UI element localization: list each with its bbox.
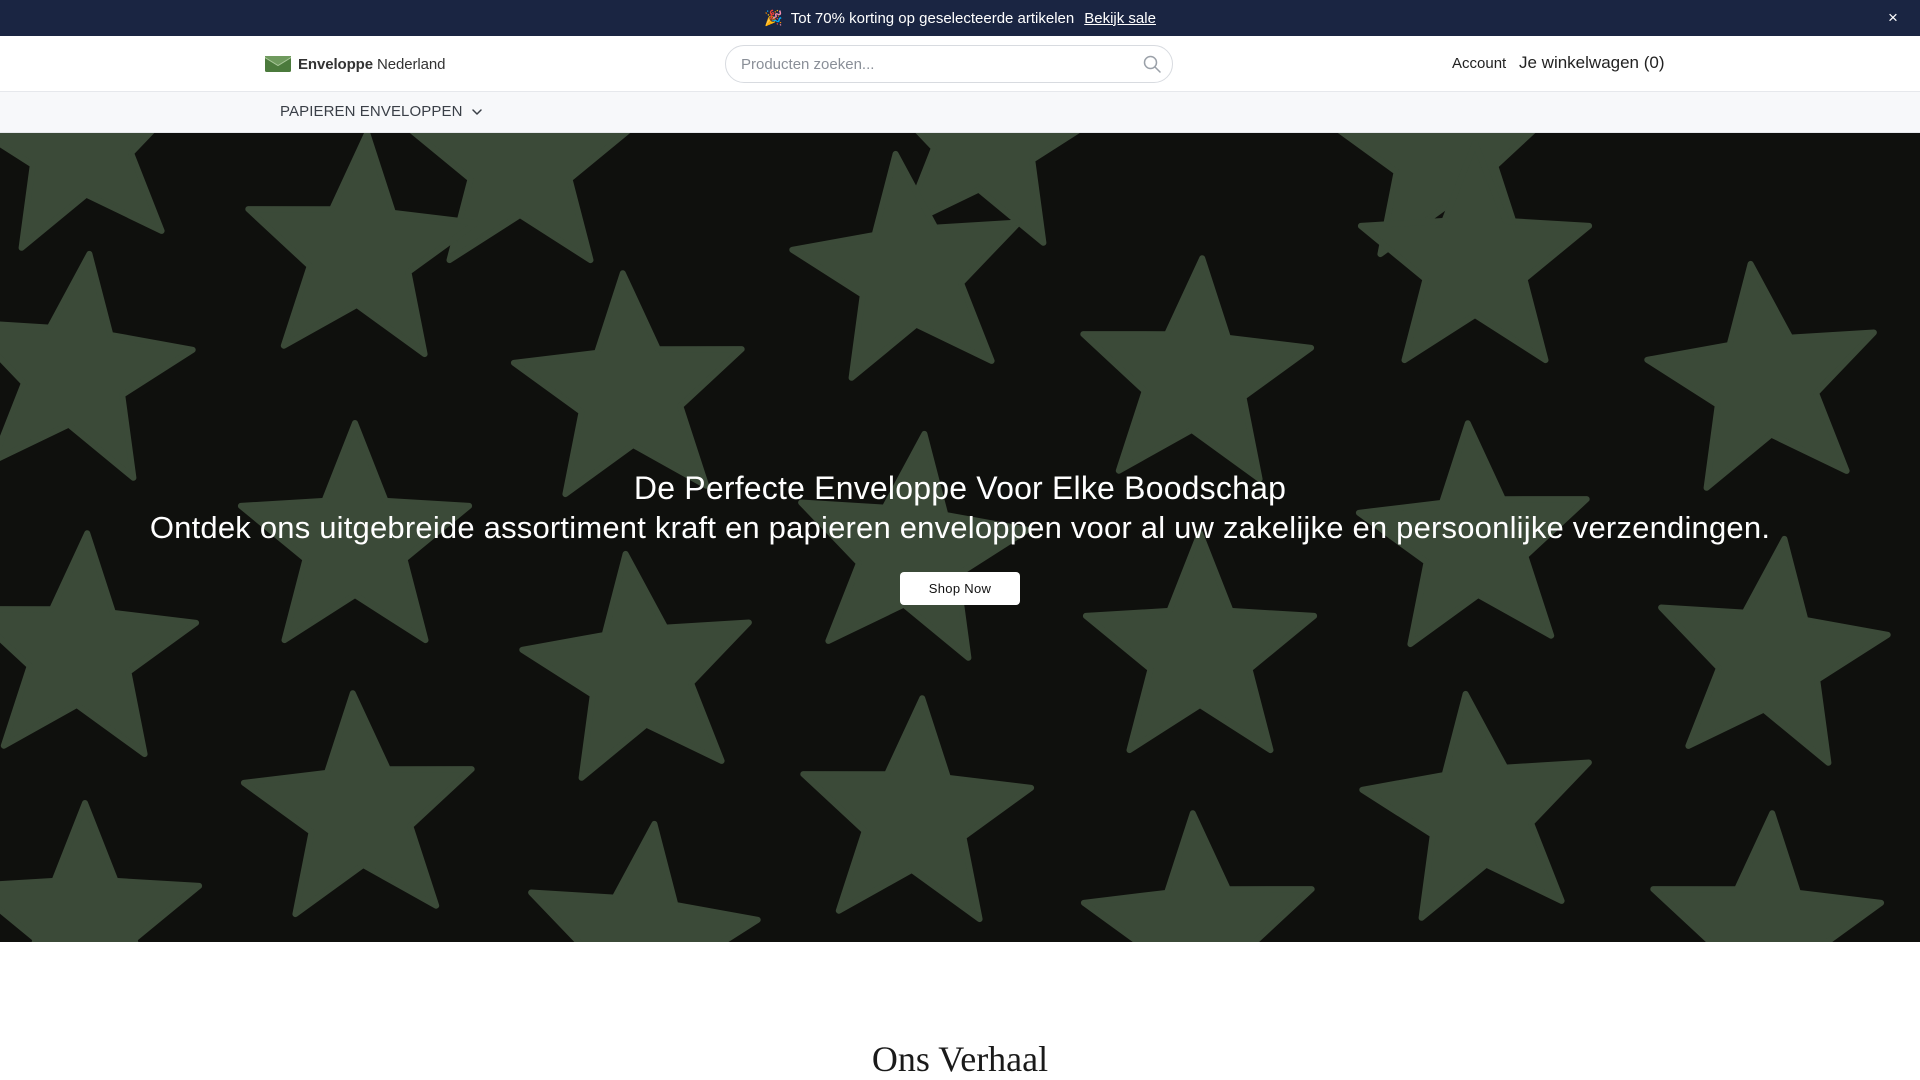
envelope-logo-icon	[265, 56, 291, 72]
star-shape	[1644, 260, 1877, 491]
logo-text-rest: Nederland	[372, 55, 446, 73]
main-navigation: PAPIEREN ENVELOPPEN	[0, 92, 1920, 133]
star-shape	[510, 270, 745, 498]
hero-content: De Perfecte Enveloppe Voor Elke Boodscha…	[0, 468, 1920, 605]
shop-now-button[interactable]: Shop Now	[900, 572, 1020, 605]
star-shape	[1359, 690, 1592, 921]
star-shape	[0, 800, 203, 942]
star-shape	[0, 133, 165, 251]
star-shape	[528, 820, 761, 942]
hero-subtitle: Ontdek ons uitgebreide assortiment kraft…	[149, 510, 1771, 545]
site-logo[interactable]: Enveloppe Nederland	[265, 54, 445, 74]
close-icon: ×	[1888, 8, 1898, 27]
star-shape	[245, 133, 480, 358]
search-bar	[725, 45, 1173, 83]
announcement-bar: 🎉 Tot 70% korting op geselecteerde artik…	[0, 0, 1920, 36]
sale-link[interactable]: Bekijk sale	[1084, 10, 1156, 27]
logo-text-bold: Enveloppe	[298, 55, 373, 73]
nav-item-papieren-enveloppen[interactable]: PAPIEREN ENVELOPPEN	[280, 103, 483, 120]
close-announcement-button[interactable]: ×	[1882, 7, 1904, 29]
logo-text: Enveloppe Nederland	[298, 56, 445, 73]
party-popper-icon: 🎉	[764, 10, 783, 27]
search-icon[interactable]	[1142, 54, 1162, 74]
site-header: Enveloppe Nederland Account Je winkelwag…	[0, 36, 1920, 92]
hero-banner: De Perfecte Enveloppe Voor Elke Boodscha…	[0, 133, 1920, 942]
cart-link[interactable]: Je winkelwagen (0)	[1519, 53, 1665, 73]
star-shape	[800, 695, 1035, 923]
story-section: Ons Verhaal	[0, 942, 1920, 1080]
story-title: Ons Verhaal	[871, 1039, 1049, 1079]
star-shape	[0, 250, 196, 481]
star-shape	[1080, 255, 1315, 483]
search-input[interactable]	[741, 46, 1131, 82]
chevron-down-icon	[471, 108, 482, 115]
star-shape	[1080, 810, 1315, 942]
account-link[interactable]: Account	[1452, 55, 1506, 72]
nav-item-label: PAPIEREN ENVELOPPEN	[280, 103, 463, 120]
announcement-content: 🎉 Tot 70% korting op geselecteerde artik…	[0, 0, 1920, 36]
announcement-text: Tot 70% korting op geselecteerde artikel…	[790, 9, 1075, 27]
hero-title: De Perfecte Enveloppe Voor Elke Boodscha…	[633, 470, 1287, 506]
star-shape	[1650, 810, 1885, 942]
star-shape	[240, 690, 475, 918]
